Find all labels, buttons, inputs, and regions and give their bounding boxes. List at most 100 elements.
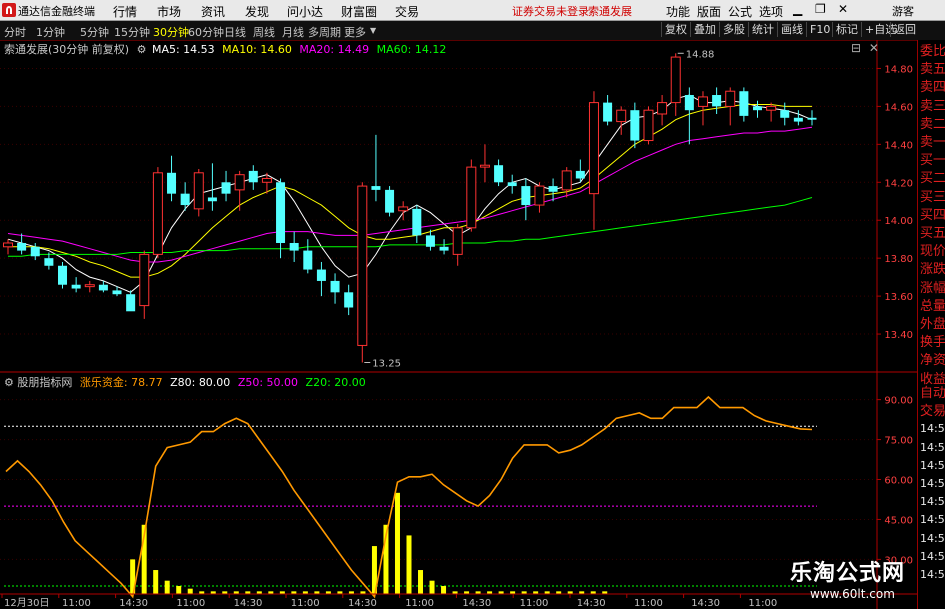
signal-bar <box>176 586 182 594</box>
period-60min[interactable]: 60分钟 <box>188 24 224 40</box>
candle-body-down <box>58 265 68 285</box>
series-ma5-line <box>7 94 813 293</box>
candle-body-up <box>152 172 163 255</box>
quote-label-8: 买三 <box>920 189 945 205</box>
price-annotation-label: 14.88 <box>686 49 715 60</box>
time-tick-label: 11:00 <box>520 598 549 609</box>
sub-ytick-label: 60.00 <box>884 476 913 487</box>
trade-label-9: 14:56 <box>920 549 945 563</box>
restore-icon[interactable]: ❐ <box>815 2 826 16</box>
candle-body-down <box>167 172 177 194</box>
trade-label-7: 14:56 <box>920 513 945 527</box>
menu-banmian[interactable]: 版面 <box>697 3 721 20</box>
candle-body-down <box>494 165 504 183</box>
candles <box>3 53 817 363</box>
period-1min[interactable]: 1分钟 <box>36 24 65 40</box>
candle-body-down <box>630 110 640 141</box>
menu-xuanxiang[interactable]: 选项 <box>759 3 783 20</box>
candle-body-down <box>780 110 790 118</box>
menu-shichang[interactable]: 市场 <box>157 3 181 20</box>
guest-label[interactable]: 游客 <box>892 3 914 19</box>
zhangle-label: 涨乐资金: 78.77 <box>79 376 163 389</box>
trade-label-10: 14:56 <box>920 568 945 581</box>
quote-label-14: 总量 <box>920 298 945 314</box>
menu-gongneng[interactable]: 功能 <box>666 3 690 20</box>
main-ytick-label: 14.00 <box>884 216 913 227</box>
candle-body-down <box>30 246 40 257</box>
pane-close-icon[interactable]: ✕ <box>869 41 879 55</box>
menu-caifuquan[interactable]: 财富圈 <box>341 3 377 20</box>
candle-body-up <box>479 164 490 168</box>
stats-button[interactable]: 统计 <box>748 22 777 37</box>
candle-body-up <box>261 177 272 183</box>
menu-wenxiaoda[interactable]: 问小达 <box>287 3 323 20</box>
period-weekly[interactable]: 周线 <box>253 24 275 40</box>
candle-body-down <box>425 235 435 247</box>
candle-body-down <box>371 186 381 190</box>
candle-body-up <box>234 174 245 191</box>
quote-label-11: 现价 <box>920 244 945 260</box>
chart-grid <box>0 67 877 560</box>
candle-body-down <box>575 170 585 179</box>
quote-label-1: 卖五 <box>920 62 945 78</box>
candle-body-down <box>684 95 694 111</box>
menu-gongshi[interactable]: 公式 <box>728 3 752 20</box>
menu-zixun[interactable]: 资讯 <box>201 3 225 20</box>
main-ytick-label: 14.80 <box>884 64 913 75</box>
z80-label: Z80: 80.00 <box>170 376 231 389</box>
period-fenshi[interactable]: 分时 <box>4 24 26 40</box>
signal-bar <box>164 580 170 594</box>
multi-stock-button[interactable]: 多股 <box>719 22 748 37</box>
settings-gear-icon[interactable]: ⚙ <box>137 43 147 56</box>
period-5min[interactable]: 5分钟 <box>80 24 109 40</box>
candle-body-down <box>17 242 27 251</box>
trade-label-5: 14:56 <box>920 477 945 490</box>
candle-body-up <box>3 242 13 248</box>
period-multi[interactable]: 多周期 <box>308 24 341 40</box>
time-tick-label: 11:00 <box>748 598 777 609</box>
candle-body-up <box>725 90 736 107</box>
quote-label-0: 委比 <box>920 44 945 59</box>
series-ma20-line <box>7 126 813 263</box>
trade-label-2: 14:56 <box>920 422 945 436</box>
candle-body-up <box>766 105 777 111</box>
fuquan-button[interactable]: 复权 <box>661 22 690 37</box>
menu-jiaoyi[interactable]: 交易 <box>395 3 419 20</box>
chart-canvas[interactable]: 13.40 13.60 13.80 14.00 14.20 14.40 14.60 14.80… <box>0 40 917 609</box>
candle-body-down <box>316 269 326 281</box>
watermark-title: 乐淘公式网 <box>790 561 906 586</box>
candle-body-down <box>439 246 449 251</box>
candle-body-down <box>303 250 313 270</box>
minimize-icon[interactable]: ▁ <box>793 2 802 16</box>
close-icon[interactable]: ✕ <box>838 2 848 16</box>
axes: 13.40 13.60 13.80 14.00 14.20 14.40 14.60 14.80… <box>0 40 917 609</box>
candle-body-down <box>752 106 762 111</box>
trade-login-notice[interactable]: 证券交易未登录 <box>512 3 589 19</box>
menu-hangqing[interactable]: 行情 <box>113 3 137 20</box>
candle-body-down <box>330 280 340 293</box>
pane-settings-icon[interactable]: ⊟ <box>851 41 861 55</box>
signal-bar <box>429 580 435 594</box>
menu-faxian[interactable]: 发现 <box>245 3 269 20</box>
sub-gear-icon[interactable]: ⚙ <box>4 376 14 389</box>
app-logo-icon <box>2 3 16 17</box>
draw-line-button[interactable]: 画线 <box>777 22 806 37</box>
candle-body-down <box>180 193 190 206</box>
period-monthly[interactable]: 月线 <box>282 24 304 40</box>
more-chevron-down-icon[interactable]: ▼ <box>370 26 376 35</box>
f10-button[interactable]: F10 <box>806 22 833 37</box>
period-30min[interactable]: 30分钟 <box>153 24 189 40</box>
menubar: 通达信金融终端 行情 市场 资讯 发现 问小达 财富圈 交易 证券交易未登录 索… <box>0 0 945 21</box>
quote-label-7: 买二 <box>920 171 945 187</box>
mark-button[interactable]: 标记 <box>832 22 861 37</box>
sub-ytick-label: 45.00 <box>884 515 913 526</box>
candle-body-up <box>561 170 572 191</box>
overlay-button[interactable]: 叠加 <box>690 22 719 37</box>
period-daily[interactable]: 日线 <box>224 24 246 40</box>
back-button[interactable]: 返回 <box>890 22 919 37</box>
candle-body-up <box>670 56 681 104</box>
candle-body-up <box>357 185 368 346</box>
period-15min[interactable]: 15分钟 <box>114 24 150 40</box>
period-more[interactable]: 更多 <box>344 24 366 40</box>
candle-body-down <box>276 182 286 243</box>
